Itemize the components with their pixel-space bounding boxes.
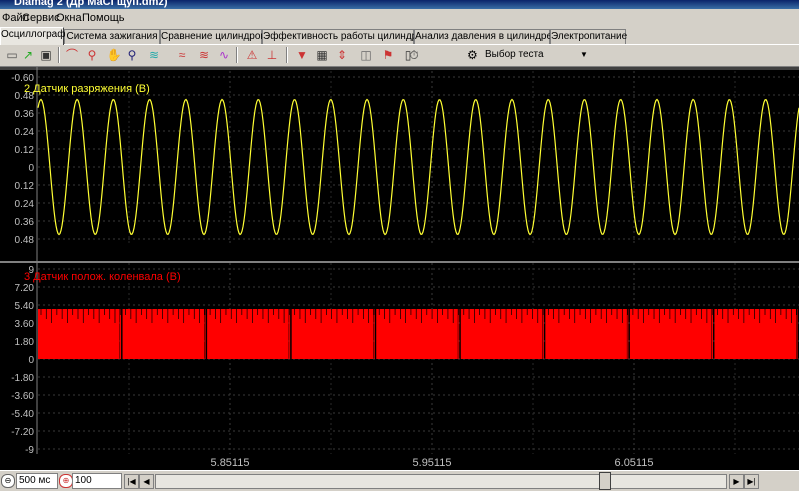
y-tick-label: 0.24 [15,127,35,138]
scroll-track[interactable] [155,474,727,489]
test-select-icon: ⚙ [467,48,478,62]
menu-windows[interactable]: Окна [56,12,82,24]
channel-3-label: 3 Датчик полож. коленвала (В) [24,271,181,283]
y-tick-label: -5.40 [11,409,34,420]
y-tick-label: -9 [25,445,34,454]
pulse-block [714,309,796,359]
marker-icon[interactable]: ∿ [216,47,232,63]
y-tick-label: 0.48 [15,235,35,246]
menu-help[interactable]: Помощь [82,12,125,24]
y-tick-label: 1.80 [15,337,35,348]
tab-cylinder-efficiency[interactable]: Эффективность работы цилиндров [262,29,428,44]
timebase-icon: ⊖ [1,474,15,488]
ruler-icon[interactable]: ◫ [358,47,374,63]
tab-cylinder-compare[interactable]: Сравнение цилиндров [160,29,266,44]
test-select-label: Выбор теста [485,49,544,60]
scroll-right-button[interactable]: ▶ [729,474,744,489]
tab-strip: Осциллограф Система зажигания Сравнение … [0,27,799,45]
x-axis: 5.85115 5.95115 6.05115 [0,454,799,470]
pulse-block [122,309,205,359]
oscilloscope-plot[interactable]: -0.60 0.48 0.36 0.24 0.12 0 0.12 0.24 0.36 0.48 9… [0,67,799,454]
scroll-last-button[interactable]: ▶| [744,474,759,489]
y-tick-label: 0.12 [15,181,35,192]
pulse-block [291,309,374,359]
x-tick-label: 5.85115 [211,457,250,469]
y-tick-label: 3.60 [15,319,35,330]
title-bar: Diamag 2 (Др МаСГщуп.dmz) [0,0,799,9]
y-tick-label: 7.20 [15,283,35,294]
channel-2-label: 2 Датчик разряжения (В) [24,83,150,95]
tab-ignition[interactable]: Система зажигания [64,29,160,44]
channels-icon[interactable]: ⚲ [124,47,140,63]
y-tick-label: 0.36 [15,217,35,228]
menu-service[interactable]: Сервис [22,12,60,24]
x-tick-label: 6.05115 [615,457,654,469]
auto-clock-icon[interactable]: ⏱ [406,47,422,63]
window-title: Diamag 2 (Др МаСГщуп.dmz) [14,0,168,8]
amplitude-combo[interactable]: 100 [72,473,122,489]
scroll-first-button[interactable]: |◀ [124,474,139,489]
pulse-block [460,309,543,359]
tab-cylinder-pressure[interactable]: Анализ давления в цилиндре [414,29,552,44]
amplitude-icon: ⊕ [59,474,73,488]
plot-svg: -0.600.480.360.240.1200.120.240.360.48 9… [0,67,799,454]
measure-icon[interactable]: ≈ [174,47,190,63]
timebase-value: 500 мс [19,475,51,486]
copy-icon[interactable]: ▦ [314,47,330,63]
channel-3-trace [38,309,798,359]
test-select[interactable]: ⚙ Выбор теста ▼ [467,46,589,64]
y-tick-label: 0.12 [15,145,35,156]
pulse-block [629,309,712,359]
zero-icon[interactable]: ≋ [196,47,212,63]
pin-icon[interactable]: ⚑ [380,47,396,63]
grid-icon[interactable]: ⚠ [244,47,260,63]
pulse-block [545,309,627,359]
scroll-thumb[interactable] [599,472,611,490]
pulse-block [38,309,120,359]
cursor-icon[interactable]: ⇕ [334,47,350,63]
zoom-icon[interactable]: ⚲ [84,47,100,63]
x-axis-svg: 5.85115 5.95115 6.05115 [211,457,654,469]
y-tick-label: -1.80 [11,373,34,384]
menu-bar: Файл Сервис Окна Помощь [0,9,799,27]
bottom-bar: ⊖ 500 мс ⊕ 100 |◀ ◀ ▶ ▶| [0,470,799,491]
flag-icon[interactable]: ▼ [294,47,310,63]
y-tick-label: -3.60 [11,391,34,402]
scroll-left-button[interactable]: ◀ [139,474,154,489]
pulse-block [207,309,289,359]
y-tick-label: 0.24 [15,199,35,210]
tab-oscilloscope[interactable]: Осциллограф [0,27,65,45]
tab-power[interactable]: Электропитание [550,29,627,44]
print-icon[interactable]: ▣ [38,47,54,63]
open-icon[interactable]: ▭ [4,47,20,63]
y-tick-label: 0 [28,163,34,174]
channel-add-icon[interactable]: ≋ [146,47,162,63]
pulse-block [376,309,458,359]
chevron-down-icon: ▼ [580,50,588,59]
x-tick-label: 5.95115 [413,457,452,469]
toolbar: ▭ ↗ ▣ ⌒ ⚲ ✋ ⚲ ≋ ≈ ≋ ∿ ⚠ ⊥ ▼ ▦ ⇕ ◫ ⚑ ▯ ⏱ … [0,45,799,67]
y-tick-label: 0 [28,355,34,366]
amplitude-value: 100 [75,475,92,486]
timebase-combo[interactable]: 500 мс [16,473,58,489]
filter-icon[interactable]: ✋ [106,47,122,63]
split-icon[interactable]: ⊥ [264,47,280,63]
y-tick-label: 0.36 [15,109,35,120]
hand-icon[interactable]: ⌒ [64,47,80,63]
y-tick-label: -7.20 [11,427,34,438]
y-tick-label: 5.40 [15,301,35,312]
save-icon[interactable]: ↗ [20,47,36,63]
